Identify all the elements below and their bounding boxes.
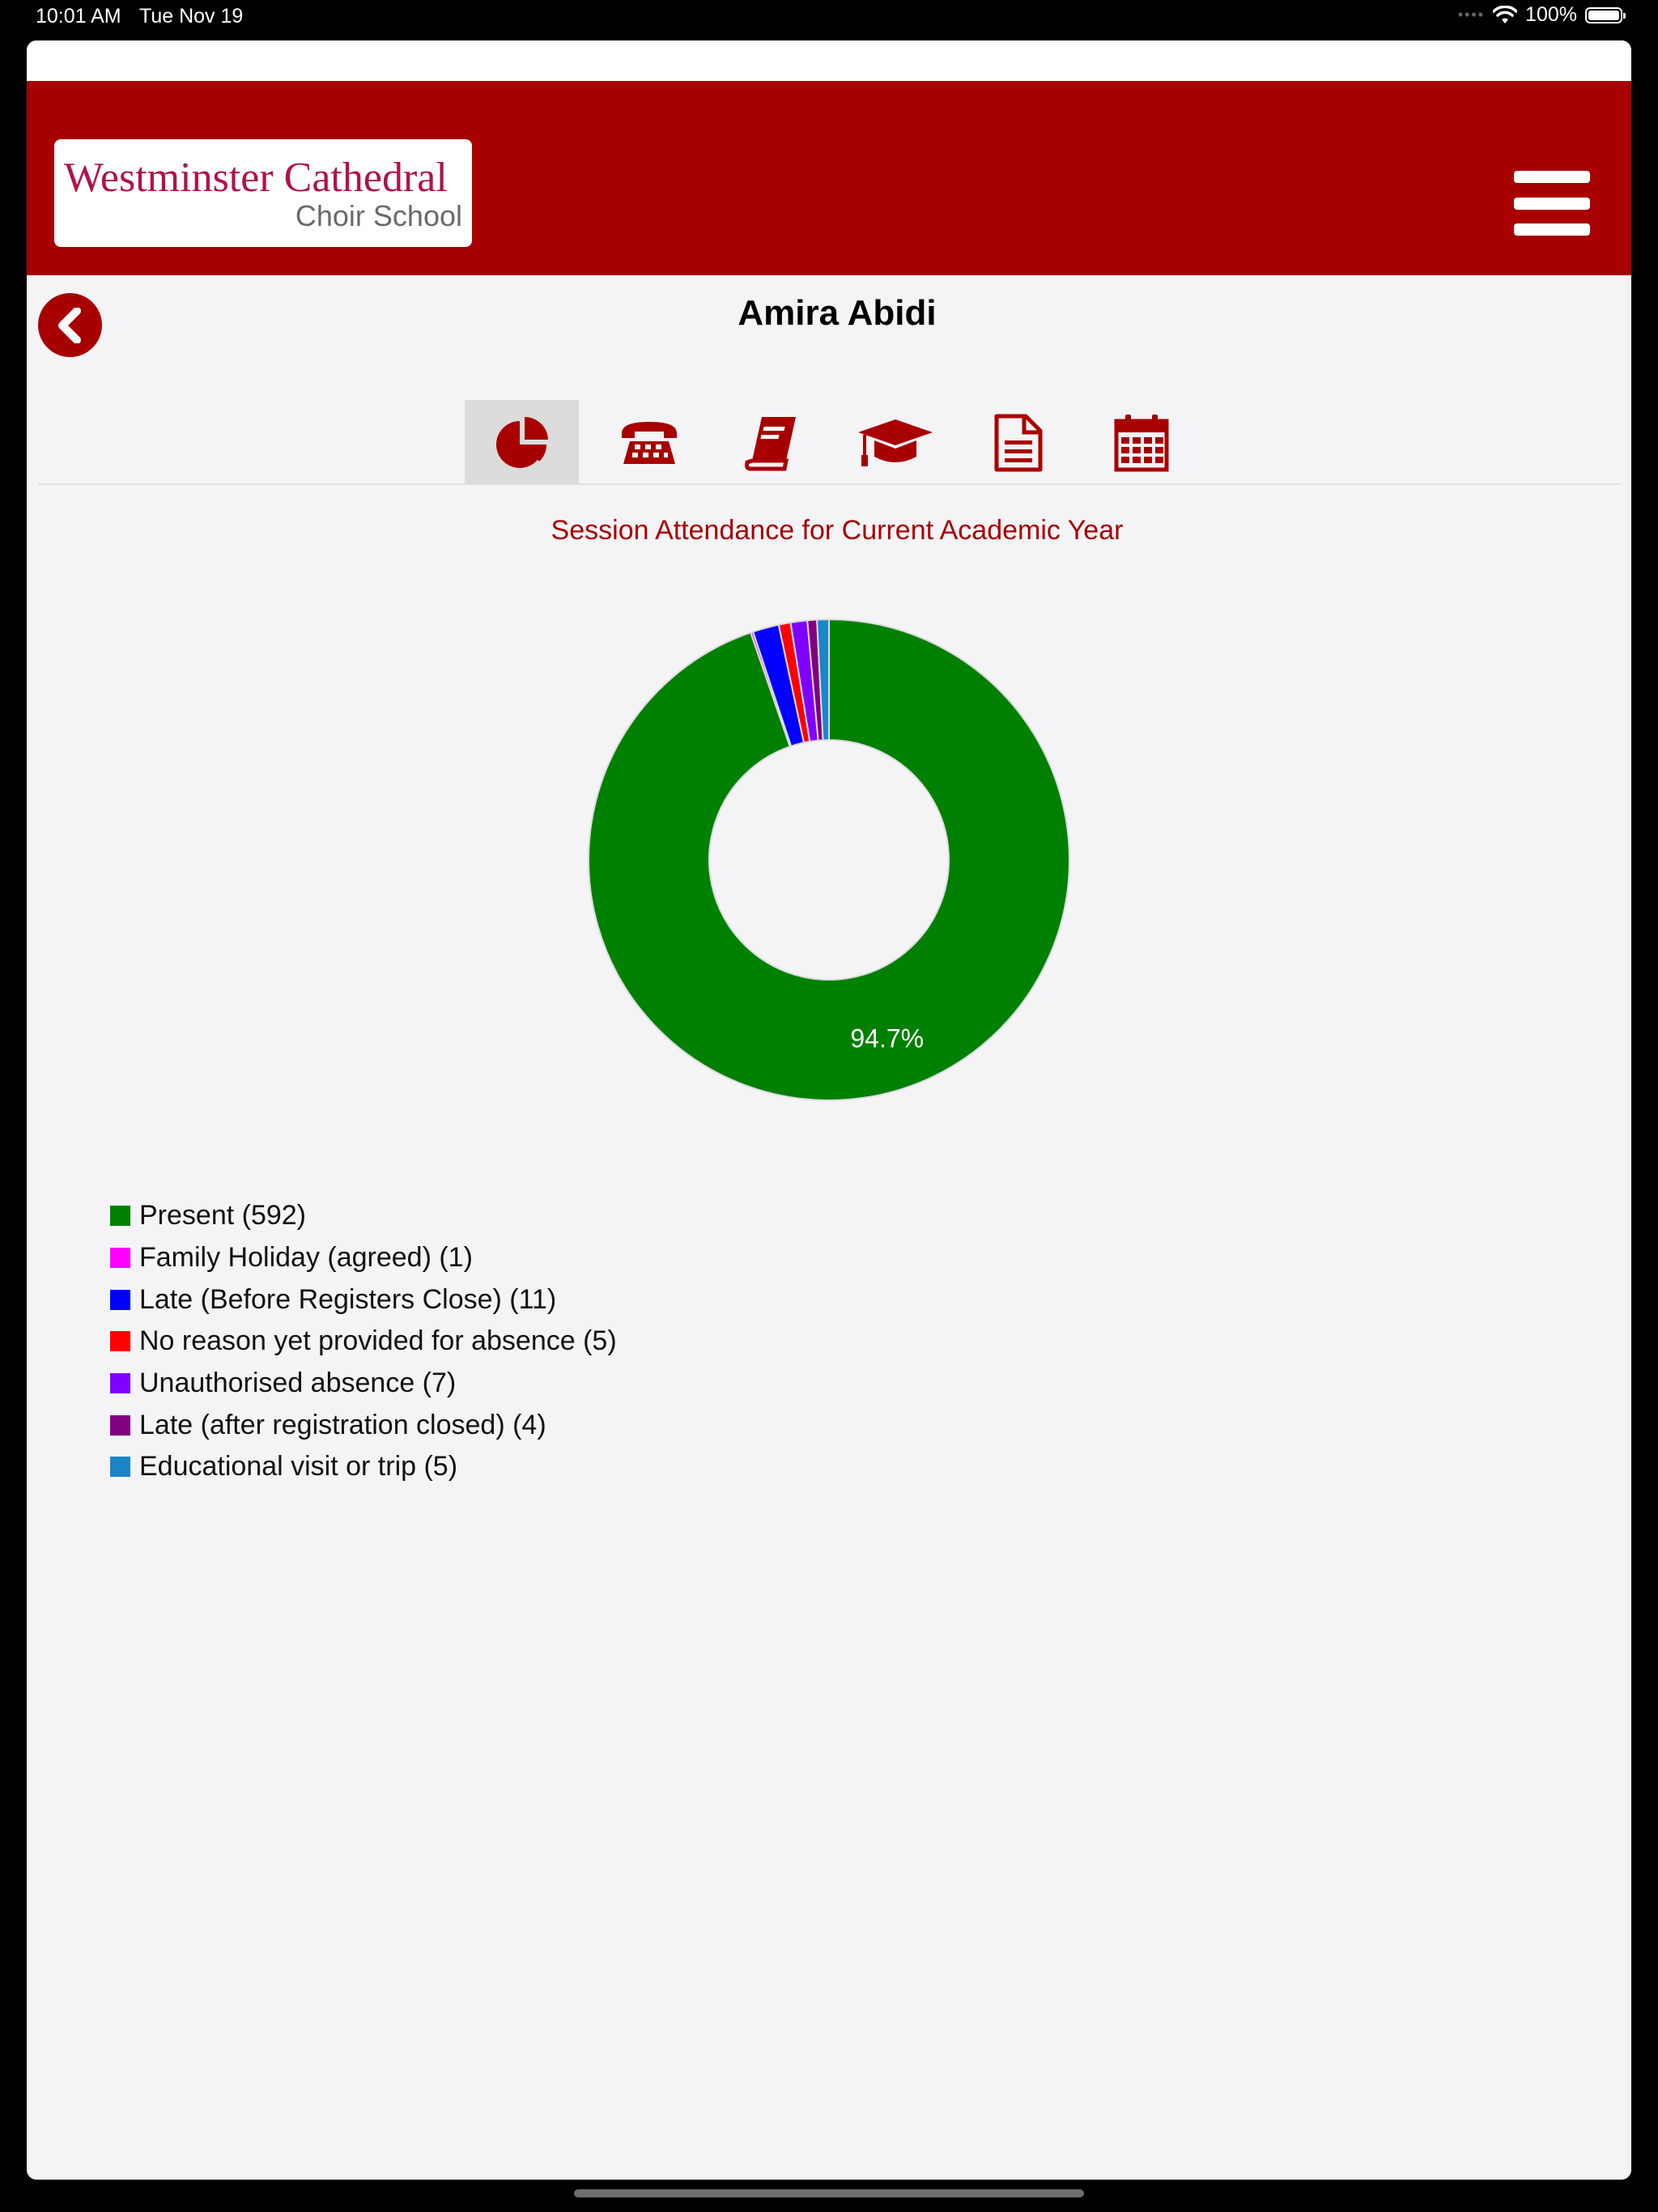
status-bar: 10:01 AM Tue Nov 19 •••• 100% <box>0 0 1658 36</box>
battery-level <box>1588 10 1619 20</box>
status-date: Tue Nov 19 <box>139 5 244 28</box>
status-indicators: •••• 100% <box>1457 3 1626 27</box>
legend-label: Family Holiday (agreed) (1) <box>139 1242 473 1274</box>
signal-dots-icon: •••• <box>1457 6 1486 23</box>
legend-label: Educational visit or trip (5) <box>139 1451 458 1482</box>
legend-item[interactable]: Family Holiday (agreed) (1) <box>110 1237 617 1279</box>
legend-item[interactable]: Educational visit or trip (5) <box>110 1446 617 1488</box>
wifi-icon <box>1493 5 1518 23</box>
legend-item[interactable]: Late (Before Registers Close) (11) <box>110 1278 617 1321</box>
legend-item[interactable]: No reason yet provided for absence (5) <box>110 1321 617 1363</box>
legend-swatch <box>110 1331 130 1352</box>
app-window: Westminster Cathedral Choir School Amira… <box>27 40 1631 2180</box>
legend-label: No reason yet provided for absence (5) <box>139 1325 617 1357</box>
battery-percent: 100% <box>1525 3 1577 26</box>
legend-swatch <box>110 1414 130 1436</box>
chart-legend: Present (592) Family Holiday (agreed) (1)… <box>110 1195 617 1488</box>
legend-item[interactable]: Unauthorised absence (7) <box>110 1363 617 1405</box>
legend-swatch <box>110 1248 130 1269</box>
legend-label: Present (592) <box>139 1200 306 1231</box>
legend-label: Unauthorised absence (7) <box>139 1368 457 1399</box>
battery-icon <box>1585 6 1626 23</box>
legend-item[interactable]: Present (592) <box>110 1195 617 1237</box>
legend-item[interactable]: Late (after registration closed) (4) <box>110 1404 617 1446</box>
attendance-donut-chart: 94.7% <box>588 618 1070 1101</box>
home-indicator <box>574 2189 1084 2197</box>
status-time: 10:01 AM <box>36 5 121 28</box>
slice-percent-label: 94.7% <box>850 1023 924 1053</box>
legend-swatch <box>110 1206 130 1227</box>
legend-swatch <box>110 1373 130 1394</box>
legend-label: Late (Before Registers Close) (11) <box>139 1283 557 1315</box>
legend-swatch <box>110 1289 130 1310</box>
legend-swatch <box>110 1457 130 1478</box>
legend-label: Late (after registration closed) (4) <box>139 1409 546 1440</box>
